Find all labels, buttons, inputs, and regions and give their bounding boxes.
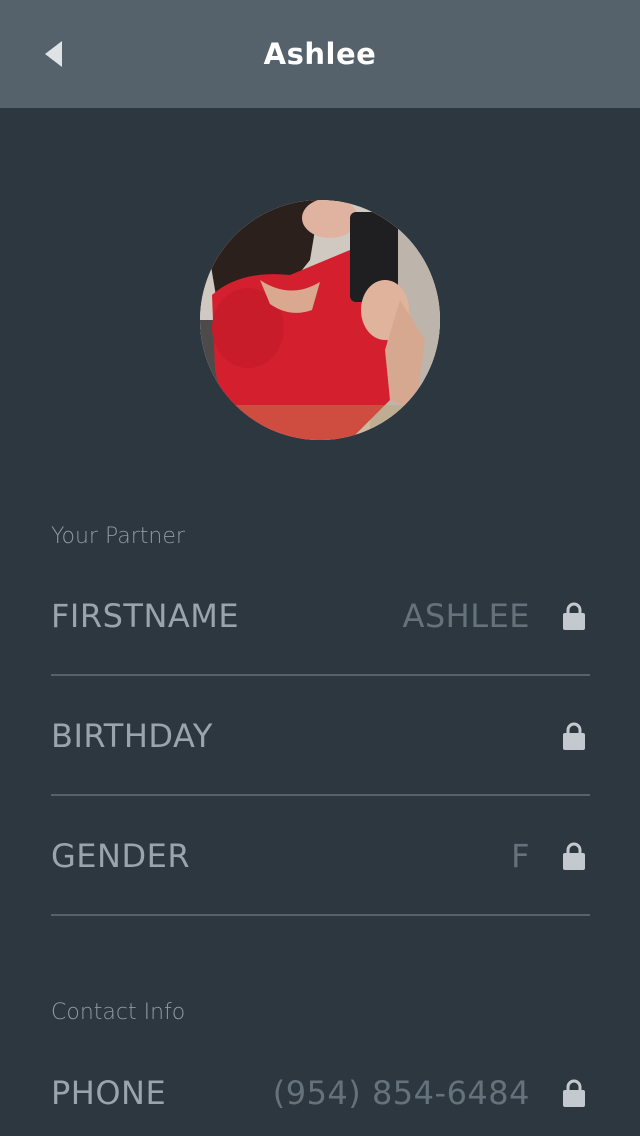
field-value: ASHLEE [402, 597, 530, 635]
field-value: F [511, 837, 530, 875]
lock-icon [560, 796, 588, 916]
contact-section-title: Contact Info [51, 1000, 186, 1025]
back-button[interactable] [30, 28, 78, 80]
field-row-birthday[interactable]: BIRTHDAY [51, 676, 590, 796]
divider [51, 914, 590, 916]
field-row-phone[interactable]: PHONE (954) 854-6484 [51, 1033, 590, 1136]
lock-icon [560, 676, 588, 796]
field-row-firstname[interactable]: FIRSTNAME ASHLEE [51, 556, 590, 676]
back-arrow-icon [44, 40, 64, 68]
field-value: (954) 854-6484 [272, 1074, 530, 1112]
field-label: PHONE [51, 1074, 167, 1112]
navigation-bar: Ashlee [0, 0, 640, 108]
field-label: GENDER [51, 837, 191, 875]
field-label: FIRSTNAME [51, 597, 240, 635]
profile-screen: Ashlee Your Partner FIRSTNAME ASHLEE BIR… [0, 0, 640, 1136]
field-row-gender[interactable]: GENDER F [51, 796, 590, 916]
lock-icon [560, 1033, 588, 1136]
page-title: Ashlee [263, 37, 377, 71]
field-label: BIRTHDAY [51, 717, 213, 755]
avatar[interactable] [200, 200, 440, 440]
partner-section-title: Your Partner [51, 524, 185, 549]
lock-icon [560, 556, 588, 676]
